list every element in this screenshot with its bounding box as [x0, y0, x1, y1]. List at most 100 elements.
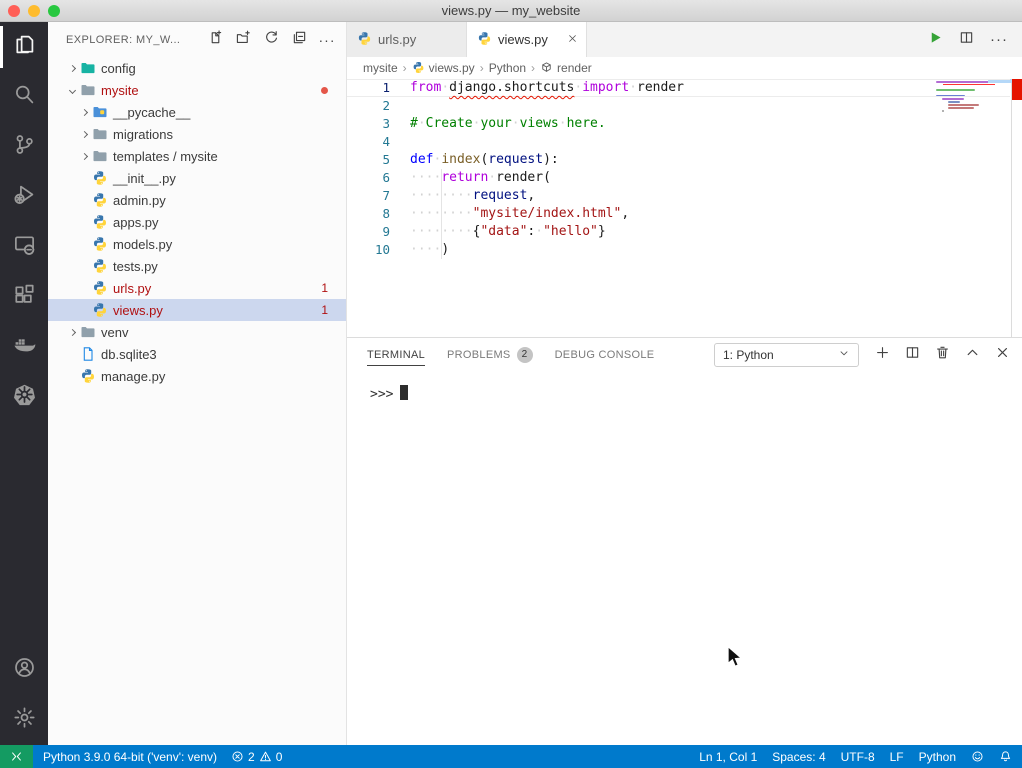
kubernetes-wheel-icon [13, 383, 36, 411]
code-line[interactable]: 7········request, [347, 187, 1022, 205]
tree-item-venv[interactable]: venv [48, 321, 346, 343]
tree-item-mysite[interactable]: mysite [48, 79, 346, 101]
panel-tab-problems[interactable]: PROBLEMS2 [447, 338, 533, 371]
breadcrumb-item-python[interactable]: Python [489, 61, 526, 75]
tab-close-icon[interactable] [567, 32, 578, 47]
code-line[interactable]: 8········"mysite/index.html", [347, 205, 1022, 223]
code-line[interactable]: 10····) [347, 241, 1022, 259]
run-file-button[interactable] [928, 30, 943, 50]
terminal-selector-value: 1: Python [723, 348, 832, 362]
chevron-spacer [78, 260, 90, 272]
split-editor-button[interactable] [959, 30, 974, 50]
close-panel-button[interactable] [995, 345, 1010, 365]
tree-item-manage-py[interactable]: manage.py [48, 365, 346, 387]
activity-settings[interactable] [0, 695, 48, 745]
kill-terminal-button[interactable] [935, 345, 950, 365]
tree-item-views-py[interactable]: views.py1 [48, 299, 346, 321]
line-number[interactable]: 10 [347, 241, 390, 259]
activity-search[interactable] [0, 72, 48, 122]
chevron-right-icon[interactable] [78, 106, 90, 118]
activity-bar [0, 22, 48, 745]
chevron-right-icon[interactable] [66, 62, 78, 74]
activity-source-control[interactable] [0, 122, 48, 172]
new-folder-button[interactable] [232, 29, 254, 51]
tree-item-db-sqlite3[interactable]: db.sqlite3 [48, 343, 346, 365]
code-line[interactable]: 9········{"data":·"hello"} [347, 223, 1022, 241]
terminal-selector-dropdown[interactable]: 1: Python [714, 343, 859, 367]
tree-item-templates-mysite[interactable]: templates / mysite [48, 145, 346, 167]
activity-kubernetes[interactable] [0, 372, 48, 422]
error-count-badge: 1 [321, 281, 328, 295]
activity-docker[interactable] [0, 322, 48, 372]
status-problems-summary[interactable]: 20 [231, 750, 282, 764]
activity-explorer[interactable] [0, 22, 48, 72]
tree-item--pycache-[interactable]: __pycache__ [48, 101, 346, 123]
error-count: 2 [248, 750, 255, 764]
code-line[interactable]: 6····return·render( [347, 169, 1022, 187]
collapse-all-button[interactable] [288, 29, 310, 51]
tree-item-models-py[interactable]: models.py [48, 233, 346, 255]
status-indentation[interactable]: Spaces: 4 [772, 750, 825, 764]
status-language-mode[interactable]: Python [919, 750, 956, 764]
docker-whale-icon [13, 333, 36, 361]
panel-header: TERMINAL PROBLEMS2 DEBUG CONSOLE 1: Python [347, 338, 1022, 371]
panel-tab-debug-console[interactable]: DEBUG CONSOLE [555, 338, 655, 371]
tree-item-config[interactable]: config [48, 57, 346, 79]
line-number[interactable]: 7 [347, 187, 390, 205]
maximize-panel-button[interactable] [965, 345, 980, 365]
status-notifications[interactable] [999, 750, 1012, 763]
chevron-down-icon[interactable] [66, 84, 78, 96]
activity-run-debug[interactable] [0, 172, 48, 222]
chevron-spacer [78, 282, 90, 294]
status-eol[interactable]: LF [890, 750, 904, 764]
refresh-button[interactable] [260, 29, 282, 51]
breadcrumb-item-render[interactable]: render [540, 61, 592, 75]
line-number[interactable]: 9 [347, 223, 390, 241]
more-actions-button[interactable]: ··· [316, 29, 338, 51]
remote-indicator[interactable] [0, 745, 33, 768]
tree-item-urls-py[interactable]: urls.py1 [48, 277, 346, 299]
error-dot-badge [321, 87, 328, 94]
tree-item-tests-py[interactable]: tests.py [48, 255, 346, 277]
status-encoding[interactable]: UTF-8 [841, 750, 875, 764]
status-python-interpreter[interactable]: Python 3.9.0 64-bit ('venv': venv) [43, 750, 217, 764]
activity-remote-explorer[interactable] [0, 222, 48, 272]
tab-views-py[interactable]: views.py [467, 22, 587, 57]
split-terminal-button[interactable] [905, 345, 920, 365]
breadcrumb-item-mysite[interactable]: mysite [363, 61, 398, 75]
new-terminal-button[interactable] [875, 345, 890, 365]
tab-urls-py[interactable]: urls.py [347, 22, 467, 57]
tree-item-admin-py[interactable]: admin.py [48, 189, 346, 211]
more-editor-actions-button[interactable]: ··· [990, 31, 1008, 48]
activity-account[interactable] [0, 645, 48, 695]
line-number[interactable]: 2 [347, 97, 390, 115]
python [92, 302, 108, 318]
tree-item-migrations[interactable]: migrations [48, 123, 346, 145]
code-line[interactable]: 3#·Create·your·views·here. [347, 115, 1022, 133]
line-number[interactable]: 4 [347, 133, 390, 151]
line-number[interactable]: 3 [347, 115, 390, 133]
new-file-button[interactable] [204, 29, 226, 51]
terminal-content[interactable]: >>> [347, 371, 1022, 745]
code-line[interactable]: 2 [347, 97, 1022, 115]
activity-extensions[interactable] [0, 272, 48, 322]
code-line[interactable]: 4 [347, 133, 1022, 151]
breadcrumb-separator: › [530, 61, 536, 75]
line-number[interactable]: 6 [347, 169, 390, 187]
breadcrumb-item-views-py[interactable]: views.py [412, 61, 475, 75]
python [92, 170, 108, 186]
tree-item--init-py[interactable]: __init__.py [48, 167, 346, 189]
line-number[interactable]: 5 [347, 151, 390, 169]
chevron-right-icon[interactable] [66, 326, 78, 338]
tree-item-label: __pycache__ [113, 105, 190, 120]
explorer-header-title: EXPLORER: MY_W... [66, 34, 180, 46]
status-feedback[interactable] [971, 750, 984, 763]
tree-item-apps-py[interactable]: apps.py [48, 211, 346, 233]
panel-tab-terminal[interactable]: TERMINAL [367, 338, 425, 371]
chevron-right-icon[interactable] [78, 150, 90, 162]
status-cursor-position[interactable]: Ln 1, Col 1 [699, 750, 757, 764]
chevron-right-icon[interactable] [78, 128, 90, 140]
code-editor[interactable]: 1from·django.shortcuts·import·render23#·… [347, 79, 1022, 337]
line-number[interactable]: 8 [347, 205, 390, 223]
code-line[interactable]: 5def·index(request): [347, 151, 1022, 169]
